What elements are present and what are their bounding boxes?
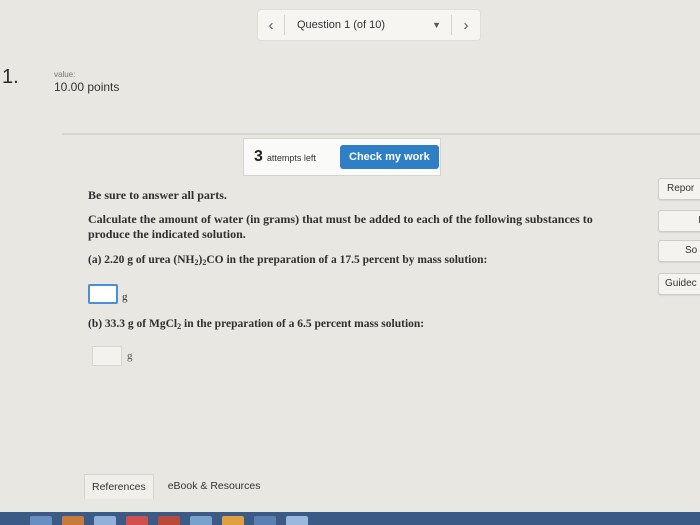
resource-tabs: References eBook & Resources xyxy=(84,474,275,499)
app-icon[interactable] xyxy=(30,516,52,525)
attempts-count: 3 xyxy=(254,148,263,165)
side-button[interactable]: I xyxy=(658,210,700,232)
app-icon[interactable] xyxy=(158,516,180,525)
app-icon[interactable] xyxy=(94,516,116,525)
chevron-right-icon[interactable]: › xyxy=(452,17,480,34)
part-a-unit: g xyxy=(122,291,128,303)
app-icon[interactable] xyxy=(286,516,308,525)
tab-ebook-resources[interactable]: eBook & Resources xyxy=(154,474,275,499)
app-icon[interactable] xyxy=(222,516,244,525)
question-text: Calculate the amount of water (in grams)… xyxy=(88,212,593,241)
guided-solution-button[interactable]: Guidec xyxy=(658,273,700,295)
part-b-answer-input[interactable] xyxy=(92,346,122,366)
app-icon[interactable] xyxy=(126,516,148,525)
question-points: 10.00 points xyxy=(54,80,120,94)
part-b-text: (b) 33.3 g of MgCl2 in the preparation o… xyxy=(88,318,425,331)
attempts-label: attempts left xyxy=(266,153,316,163)
chevron-down-icon: ▼ xyxy=(432,20,441,30)
divider xyxy=(62,133,700,135)
question-navigator: ‹ Question 1 (of 10) ▼ › xyxy=(258,10,480,40)
solution-button[interactable]: So xyxy=(658,240,700,262)
app-icon[interactable] xyxy=(62,516,84,525)
part-b-unit: g xyxy=(127,350,133,362)
taskbar xyxy=(0,512,700,525)
attempts-left: 3 attempts left xyxy=(244,148,340,166)
app-icon[interactable] xyxy=(190,516,212,525)
attempts-bar: 3 attempts left Check my work xyxy=(243,138,441,176)
value-label: value: xyxy=(54,70,76,79)
report-button[interactable]: Repor xyxy=(658,178,700,200)
part-a-answer-input[interactable] xyxy=(88,284,118,304)
question-number: 1. xyxy=(2,66,19,88)
question-select-label: Question 1 (of 10) xyxy=(297,19,386,31)
part-a-text: (a) 2.20 g of urea (NH2)2CO in the prepa… xyxy=(88,254,488,267)
tab-references[interactable]: References xyxy=(84,474,154,499)
instruction-text: Be sure to answer all parts. xyxy=(88,188,227,202)
question-select[interactable]: Question 1 (of 10) ▼ xyxy=(285,19,451,31)
check-my-work-button[interactable]: Check my work xyxy=(340,145,439,169)
app-icon[interactable] xyxy=(254,516,276,525)
chevron-left-icon[interactable]: ‹ xyxy=(258,17,284,34)
